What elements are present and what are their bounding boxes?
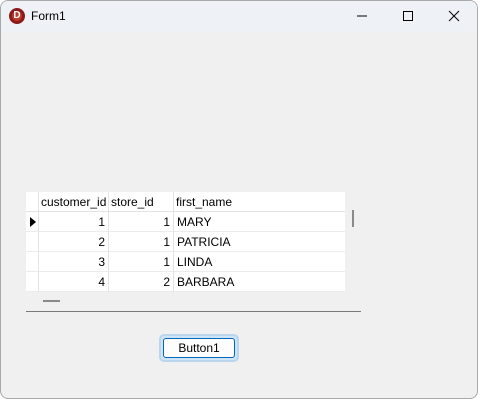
maximize-button[interactable]	[385, 1, 431, 32]
cell-store-id[interactable]: 1	[109, 252, 174, 272]
form1-window: D Form1 customer_id store_id first_name …	[0, 0, 478, 399]
delphi-app-icon[interactable]: D	[9, 8, 25, 24]
grid-body: customer_id store_id first_name 1 1 MARY…	[26, 192, 345, 292]
cell-first-name[interactable]: PATRICIA	[174, 232, 345, 252]
column-header-store-id[interactable]: store_id	[109, 192, 174, 212]
cell-first-name[interactable]: MARY	[174, 212, 345, 232]
cell-first-name[interactable]: BARBARA	[174, 272, 345, 292]
horizontal-scrollbar-thumb[interactable]	[43, 300, 60, 302]
button1-label: Button1	[163, 338, 235, 358]
minimize-button[interactable]	[339, 1, 385, 32]
title-bar[interactable]: D Form1	[1, 1, 477, 32]
maximize-icon	[403, 11, 413, 21]
cell-customer-id[interactable]: 4	[39, 272, 109, 292]
cell-store-id[interactable]: 1	[109, 232, 174, 252]
close-button[interactable]	[431, 1, 477, 32]
close-icon	[448, 10, 460, 22]
window-title: Form1	[31, 9, 66, 23]
minimize-icon	[357, 15, 367, 17]
row-indicator[interactable]	[26, 212, 39, 232]
current-row-arrow-icon	[30, 217, 36, 227]
horizontal-scrollbar[interactable]	[26, 292, 345, 310]
row-indicator[interactable]	[26, 272, 39, 292]
cell-customer-id[interactable]: 2	[39, 232, 109, 252]
cell-store-id[interactable]: 1	[109, 212, 174, 232]
column-header-first-name[interactable]: first_name	[174, 192, 345, 212]
app-icon-letter: D	[13, 10, 21, 21]
row-indicator[interactable]	[26, 252, 39, 272]
column-header-customer-id[interactable]: customer_id	[39, 192, 109, 212]
cell-first-name[interactable]: LINDA	[174, 252, 345, 272]
db-grid[interactable]: customer_id store_id first_name 1 1 MARY…	[26, 192, 361, 312]
vertical-scrollbar-thumb[interactable]	[352, 210, 354, 227]
cell-customer-id[interactable]: 1	[39, 212, 109, 232]
row-indicator-header	[26, 192, 39, 212]
button1[interactable]: Button1	[159, 334, 239, 362]
cell-customer-id[interactable]: 3	[39, 252, 109, 272]
vertical-scrollbar[interactable]	[345, 192, 361, 292]
cell-store-id[interactable]: 2	[109, 272, 174, 292]
row-indicator[interactable]	[26, 232, 39, 252]
